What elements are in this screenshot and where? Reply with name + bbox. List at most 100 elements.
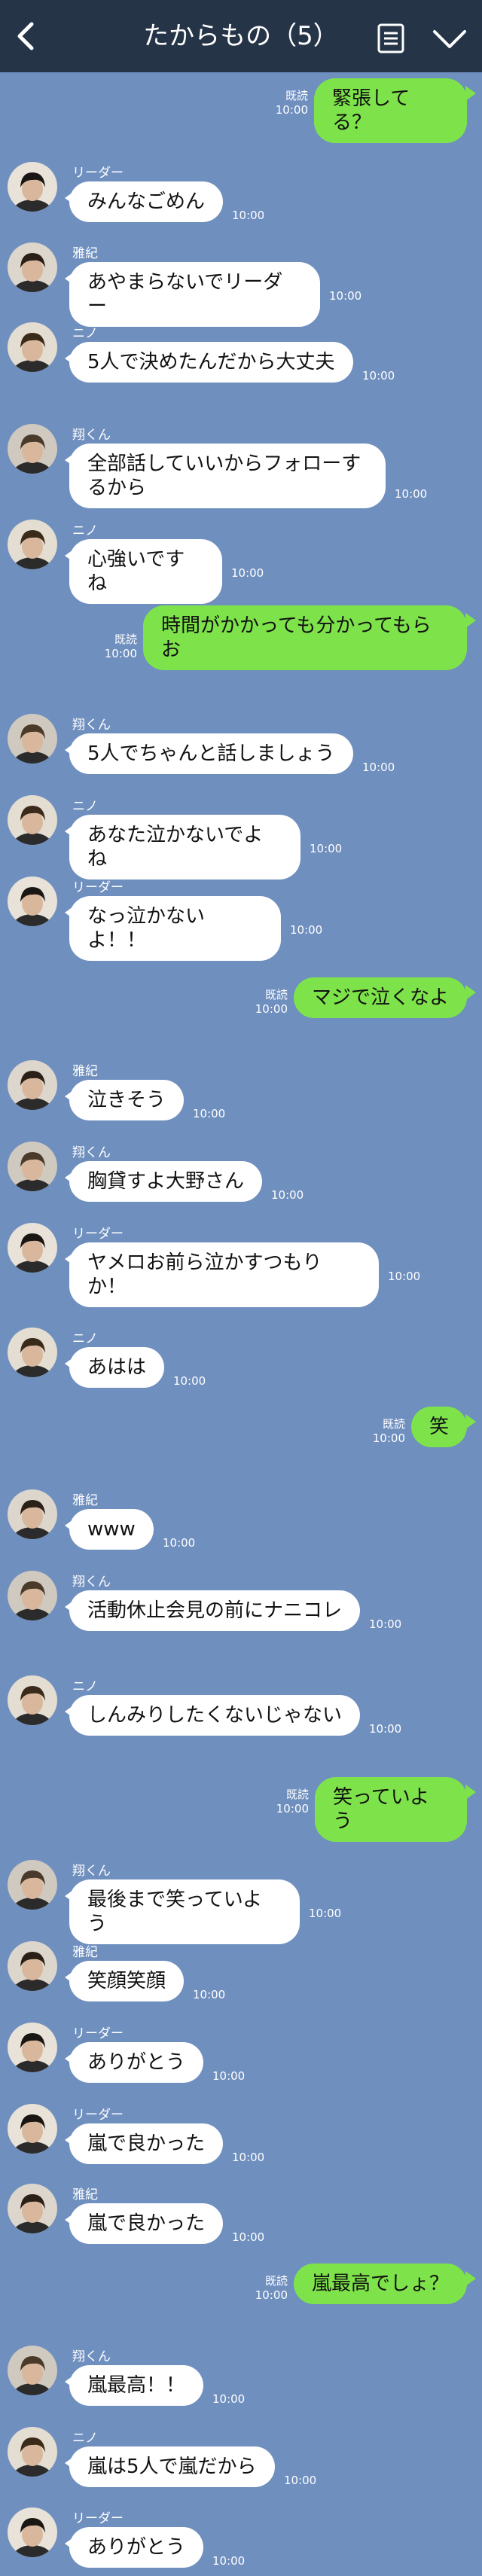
message-time: 10:00: [212, 2069, 246, 2083]
message-row: リーダー ありがとう 10:00: [0, 2015, 482, 2090]
message-time: 10:00: [232, 2230, 265, 2244]
avatar[interactable]: [8, 876, 57, 926]
read-receipt: 既読 10:00: [276, 1788, 309, 1816]
message-row: 翔くん 活動休止会見の前にナニコレ 10:00: [0, 1563, 482, 1661]
sender-name: ニノ: [72, 799, 98, 814]
sender-name: 雅紀: [72, 1493, 98, 1508]
sender-name: 翔くん: [72, 428, 111, 443]
read-label: 既読: [114, 633, 137, 646]
message-row: 翔くん 全部話していいからフォローするから 10:00: [0, 416, 482, 508]
avatar[interactable]: [8, 714, 57, 764]
message-time: 10:00: [372, 1431, 405, 1445]
message-bubble[interactable]: 5人で決めたんだから大丈夫: [69, 342, 353, 383]
avatar[interactable]: [8, 162, 57, 212]
avatar[interactable]: [8, 795, 57, 845]
message-bubble[interactable]: 笑顔笑顔: [69, 1961, 184, 2001]
message-row: ニノ しんみりしたくないじゃない 10:00: [0, 1668, 482, 1766]
message-bubble[interactable]: 笑っていよう: [315, 1777, 467, 1842]
bubble-tail: [65, 1704, 75, 1719]
message-bubble[interactable]: 嵐は5人で嵐だから: [69, 2446, 275, 2487]
message-time: 10:00: [362, 369, 395, 383]
avatar[interactable]: [8, 1060, 57, 1110]
message-row: マジで泣くなよ 既読 10:00: [0, 971, 482, 1047]
message-time: 10:00: [231, 566, 264, 580]
bubble-tail: [65, 2132, 75, 2148]
bubble-tail: [65, 2456, 75, 2471]
message-bubble[interactable]: 笑: [411, 1407, 467, 1447]
avatar[interactable]: [8, 1571, 57, 1620]
message-time: 10:00: [104, 647, 137, 660]
message-bubble[interactable]: 嵐最高！！: [69, 2365, 203, 2406]
message-bubble[interactable]: www: [69, 1509, 154, 1550]
message-bubble[interactable]: 嵐で良かった: [69, 2123, 223, 2164]
message-row: 雅紀 www 10:00: [0, 1482, 482, 1557]
avatar[interactable]: [8, 520, 57, 569]
message-bubble[interactable]: 全部話していいからフォローするから: [69, 444, 386, 508]
read-receipt: 既読 10:00: [373, 1417, 405, 1446]
bubble-tail: [65, 2374, 75, 2389]
message-bubble[interactable]: マジで泣くなよ: [294, 977, 467, 1018]
avatar[interactable]: [8, 1328, 57, 1377]
message-bubble[interactable]: 嵐最高でしょ？: [294, 2264, 467, 2304]
message-bubble[interactable]: 時間がかかっても分かってもらお: [143, 605, 467, 670]
bubble-tail: [65, 1518, 75, 1533]
note-icon[interactable]: [377, 23, 405, 54]
message-bubble[interactable]: 5人でちゃんと話しましょう: [69, 733, 353, 774]
avatar[interactable]: [8, 424, 57, 474]
message-time: 10:00: [309, 1907, 342, 1920]
avatar[interactable]: [8, 2184, 57, 2233]
bubble-tail: [65, 2051, 75, 2066]
avatar[interactable]: [8, 1489, 57, 1539]
avatar[interactable]: [8, 2023, 57, 2072]
chat-title: たからもの（5）: [143, 21, 339, 51]
chevron-down-icon[interactable]: [431, 26, 468, 51]
sender-name: 翔くん: [72, 1575, 111, 1590]
sender-name: リーダー: [72, 2511, 124, 2526]
avatar[interactable]: [8, 2427, 57, 2477]
message-bubble[interactable]: 活動休止会見の前にナニコレ: [69, 1590, 360, 1631]
message-time: 10:00: [255, 1002, 288, 1016]
avatar[interactable]: [8, 2507, 57, 2557]
message-bubble[interactable]: あはは: [69, 1347, 164, 1388]
sender-name: 雅紀: [72, 2187, 98, 2203]
message-bubble[interactable]: ありがとう: [69, 2527, 203, 2568]
message-bubble[interactable]: 胸貸すよ大野さん: [69, 1161, 262, 1202]
bubble-tail: [65, 1889, 75, 1904]
bubble-tail: [465, 1785, 476, 1800]
sender-name: ニノ: [72, 1679, 98, 1694]
sender-name: 翔くん: [72, 2349, 111, 2364]
message-bubble[interactable]: 心強いですね: [69, 539, 222, 604]
bubble-tail: [465, 1414, 476, 1429]
message-time: 10:00: [284, 2474, 317, 2487]
message-row: ニノ あはは 10:00: [0, 1320, 482, 1395]
avatar[interactable]: [8, 2346, 57, 2395]
avatar[interactable]: [8, 1675, 57, 1725]
message-bubble[interactable]: ヤメロお前ら泣かすつもりか！: [69, 1242, 379, 1307]
message-time: 10:00: [173, 1374, 206, 1388]
message-time: 10:00: [212, 2554, 246, 2568]
avatar[interactable]: [8, 322, 57, 372]
sender-name: リーダー: [72, 880, 124, 895]
message-row: 翔くん 最後まで笑っていよう 10:00: [0, 1852, 482, 1944]
bubble-tail: [465, 985, 476, 1000]
avatar[interactable]: [8, 1941, 57, 1991]
message-bubble[interactable]: ありがとう: [69, 2042, 203, 2083]
message-bubble[interactable]: みんなごめん: [69, 181, 223, 222]
message-bubble[interactable]: なっ泣かないよ！！: [69, 896, 281, 961]
message-bubble[interactable]: 嵐で良かった: [69, 2203, 223, 2244]
message-bubble[interactable]: 緊張してる？: [314, 78, 467, 143]
sender-name: ニノ: [72, 1331, 98, 1346]
sender-name: リーダー: [72, 166, 124, 181]
avatar[interactable]: [8, 1860, 57, 1910]
avatar[interactable]: [8, 242, 57, 292]
bubble-tail: [65, 1599, 75, 1614]
bubble-tail: [65, 742, 75, 758]
avatar[interactable]: [8, 1223, 57, 1273]
avatar[interactable]: [8, 2104, 57, 2154]
bubble-tail: [65, 905, 75, 920]
avatar[interactable]: [8, 1142, 57, 1191]
message-bubble[interactable]: 泣きそう: [69, 1080, 184, 1120]
bubble-tail: [65, 191, 75, 206]
bubble-tail: [465, 2271, 476, 2286]
message-bubble[interactable]: しんみりしたくないじゃない: [69, 1695, 360, 1736]
